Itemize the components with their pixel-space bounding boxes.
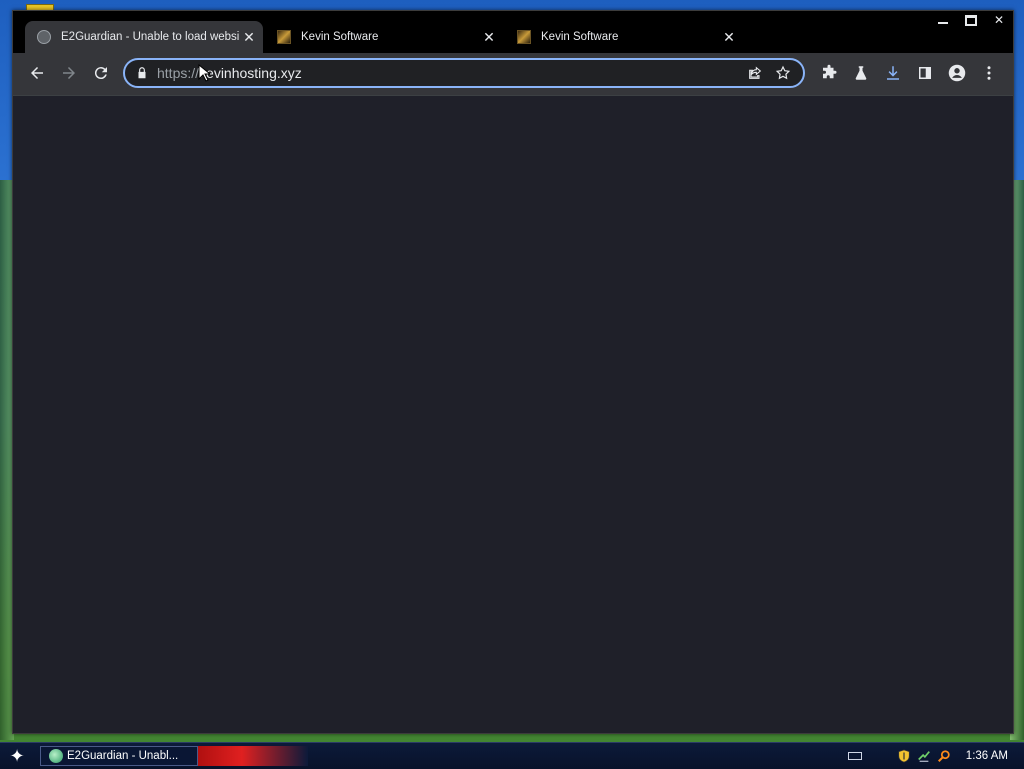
close-tab-icon[interactable]: ✕ (239, 29, 259, 46)
tab-kevin-software-1[interactable]: Kevin Software ✕ (265, 21, 503, 53)
flask-icon (855, 66, 867, 80)
tab-strip: E2Guardian - Unable to load website ✕ Ke… (13, 11, 1013, 53)
maximize-button[interactable] (957, 11, 985, 29)
star-icon: ✦ (9, 745, 25, 766)
browser-window: E2Guardian - Unable to load website ✕ Ke… (12, 10, 1014, 734)
extensions-button[interactable] (815, 59, 843, 87)
tab-e2guardian[interactable]: E2Guardian - Unable to load website ✕ (25, 21, 263, 53)
downloads-button[interactable] (879, 59, 907, 87)
address-bar[interactable]: https://kevinhosting.xyz (123, 58, 805, 88)
back-button[interactable] (23, 59, 51, 87)
share-button[interactable] (741, 60, 769, 86)
lock-icon[interactable] (135, 66, 149, 80)
close-tab-icon[interactable]: ✕ (479, 29, 499, 46)
close-tab-icon[interactable]: ✕ (719, 29, 739, 46)
shield-icon[interactable] (896, 748, 912, 764)
start-button[interactable]: ✦ (6, 746, 28, 766)
system-tray: 1:36 AM (847, 743, 1024, 769)
page-content (13, 96, 1013, 733)
puzzle-icon (823, 64, 837, 79)
browser-app-icon (49, 749, 63, 763)
taskbar: ✦ E2Guardian - Unabl... 1:36 AM (0, 742, 1024, 769)
task-label: E2Guardian - Unabl... (67, 750, 179, 762)
arrow-right-icon (63, 67, 75, 79)
bookmark-button[interactable] (769, 60, 797, 86)
minimize-button[interactable] (929, 11, 957, 29)
keyboard-icon[interactable] (847, 752, 862, 760)
tab-title: Kevin Software (301, 31, 379, 43)
menu-button[interactable] (975, 59, 1003, 87)
reload-icon (94, 67, 107, 80)
taskbar-task-browser[interactable]: E2Guardian - Unabl... (40, 746, 198, 766)
close-window-button[interactable]: ✕ (985, 11, 1013, 29)
forward-button[interactable] (55, 59, 83, 87)
url-host: kevinhosting.xyz (199, 65, 302, 81)
side-panel-button[interactable] (911, 59, 939, 87)
labs-button[interactable] (847, 59, 875, 87)
network-icon[interactable] (916, 748, 932, 764)
kevin-favicon (517, 30, 531, 44)
profile-button[interactable] (943, 59, 971, 87)
mouse-pointer-icon (198, 64, 210, 82)
download-icon (887, 66, 899, 80)
search-icon[interactable] (936, 748, 952, 764)
tab-kevin-software-2[interactable]: Kevin Software ✕ (505, 21, 743, 53)
globe-icon (37, 30, 51, 44)
star-icon (775, 65, 791, 80)
reload-button[interactable] (87, 59, 115, 87)
arrow-left-icon (31, 67, 43, 79)
url-text[interactable]: https://kevinhosting.xyz (157, 65, 741, 81)
clock[interactable]: 1:36 AM (966, 750, 1008, 762)
share-icon (749, 66, 762, 79)
kebab-menu-icon (987, 66, 991, 80)
url-scheme: https:// (157, 65, 200, 81)
avatar-icon (948, 64, 966, 82)
window-controls: ✕ (929, 11, 1013, 29)
tab-title: E2Guardian - Unable to load website (61, 31, 239, 43)
browser-toolbar: https://kevinhosting.xyz (13, 53, 1013, 96)
kevin-favicon (277, 30, 291, 44)
tab-title: Kevin Software (541, 31, 619, 43)
wallpaper-stripe (198, 746, 308, 766)
side-panel-icon (919, 67, 931, 79)
